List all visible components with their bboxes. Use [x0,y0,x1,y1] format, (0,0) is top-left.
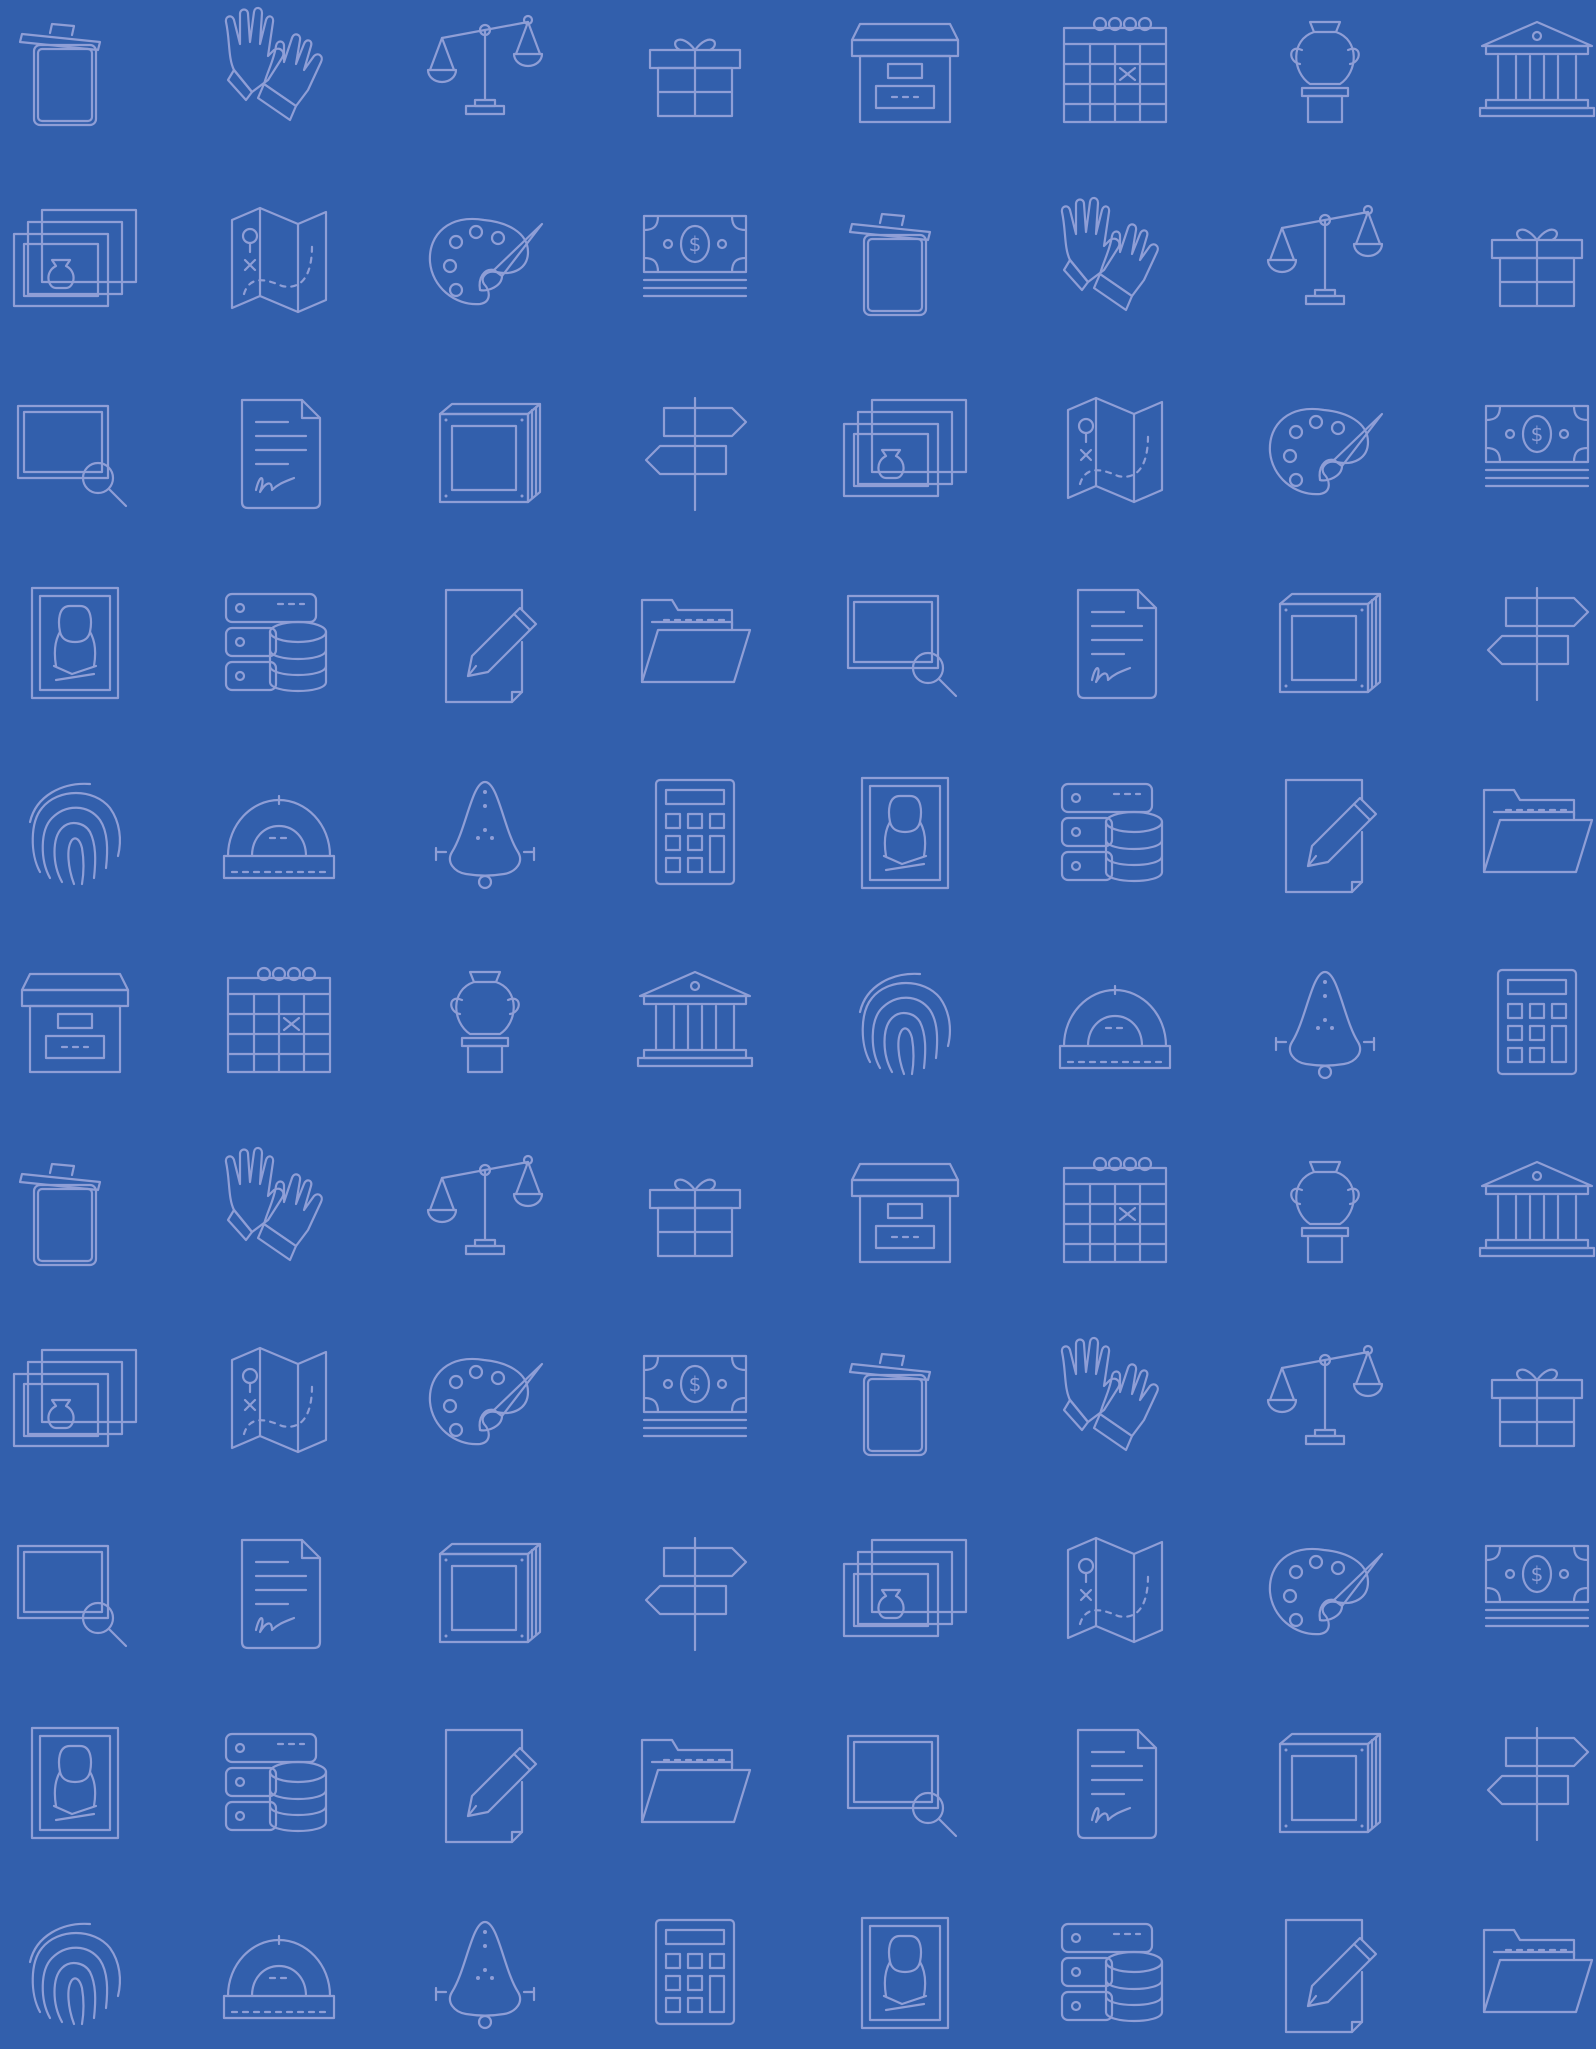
trash-can-icon [830,1330,980,1480]
document-edit-icon [410,570,560,720]
frame-search-icon [0,380,150,530]
calendar-icon [204,950,354,1100]
signed-document-icon [204,1520,354,1670]
gloves-icon [1040,190,1190,340]
signed-document-icon [204,380,354,530]
framed-pictures-icon [830,1520,980,1670]
document-edit-icon [1250,760,1400,910]
trash-can-icon [830,190,980,340]
database-server-icon [1040,760,1190,910]
protractor-icon [204,760,354,910]
mona-lisa-painting-icon [830,1900,980,2049]
document-edit-icon [1250,1900,1400,2049]
wooden-crate-icon [410,1520,560,1670]
fingerprint-icon [0,760,150,910]
database-server-icon [204,1710,354,1860]
gift-box-icon [620,1140,770,1290]
protractor-icon [204,1900,354,2049]
money-stack-icon: $ [1462,1520,1596,1670]
framed-pictures-icon [830,380,980,530]
database-server-icon [204,570,354,720]
vase-on-pedestal-icon [410,950,560,1100]
signed-document-icon [1040,570,1190,720]
frame-search-icon [830,1710,980,1860]
mona-lisa-painting-icon [0,570,150,720]
scales-icon [1250,190,1400,340]
scales-icon [1250,1330,1400,1480]
direction-signpost-icon [1462,570,1596,720]
calendar-icon [1040,0,1190,150]
frame-search-icon [0,1520,150,1670]
gift-box-icon [1462,1330,1596,1480]
scales-icon [410,0,560,150]
archive-box-icon [830,1140,980,1290]
open-folder-icon [1462,760,1596,910]
open-folder-icon [620,1710,770,1860]
calculator-icon [1462,950,1596,1100]
direction-signpost-icon [1462,1710,1596,1860]
vase-on-pedestal-icon [1250,0,1400,150]
money-stack-icon: $ [1462,380,1596,530]
svg-text:$: $ [689,1372,702,1396]
money-stack-icon: $ [620,1330,770,1480]
svg-text:$: $ [1531,1562,1544,1586]
fingerprint-icon [830,950,980,1100]
database-server-icon [1040,1900,1190,2049]
wooden-crate-icon [410,380,560,530]
trash-can-icon [0,0,150,150]
paint-palette-icon [410,190,560,340]
urinal-fountain-icon [1250,950,1400,1100]
money-stack-icon: $ [620,190,770,340]
museum-building-icon [620,950,770,1100]
museum-building-icon [1462,0,1596,150]
gloves-icon [204,0,354,150]
urinal-fountain-icon [410,1900,560,2049]
vase-on-pedestal-icon [1250,1140,1400,1290]
direction-signpost-icon [620,1520,770,1670]
fingerprint-icon [0,1900,150,2049]
urinal-fountain-icon [410,760,560,910]
calculator-icon [620,1900,770,2049]
scales-icon [410,1140,560,1290]
gift-box-icon [620,0,770,150]
archive-box-icon [0,950,150,1100]
paint-palette-icon [410,1330,560,1480]
wooden-crate-icon [1250,570,1400,720]
icon-pattern-background: $ $ $ $ [0,0,1596,2049]
museum-building-icon [1462,1140,1596,1290]
treasure-map-icon [1040,1520,1190,1670]
gift-box-icon [1462,190,1596,340]
mona-lisa-painting-icon [0,1710,150,1860]
svg-text:$: $ [689,232,702,256]
calculator-icon [620,760,770,910]
mona-lisa-painting-icon [830,760,980,910]
treasure-map-icon [204,1330,354,1480]
document-edit-icon [410,1710,560,1860]
treasure-map-icon [204,190,354,340]
archive-box-icon [830,0,980,150]
calendar-icon [1040,1140,1190,1290]
direction-signpost-icon [620,380,770,530]
svg-text:$: $ [1531,422,1544,446]
open-folder-icon [1462,1900,1596,2049]
wooden-crate-icon [1250,1710,1400,1860]
gloves-icon [1040,1330,1190,1480]
trash-can-icon [0,1140,150,1290]
protractor-icon [1040,950,1190,1100]
gloves-icon [204,1140,354,1290]
signed-document-icon [1040,1710,1190,1860]
open-folder-icon [620,570,770,720]
frame-search-icon [830,570,980,720]
framed-pictures-icon [0,190,150,340]
paint-palette-icon [1250,1520,1400,1670]
framed-pictures-icon [0,1330,150,1480]
treasure-map-icon [1040,380,1190,530]
paint-palette-icon [1250,380,1400,530]
